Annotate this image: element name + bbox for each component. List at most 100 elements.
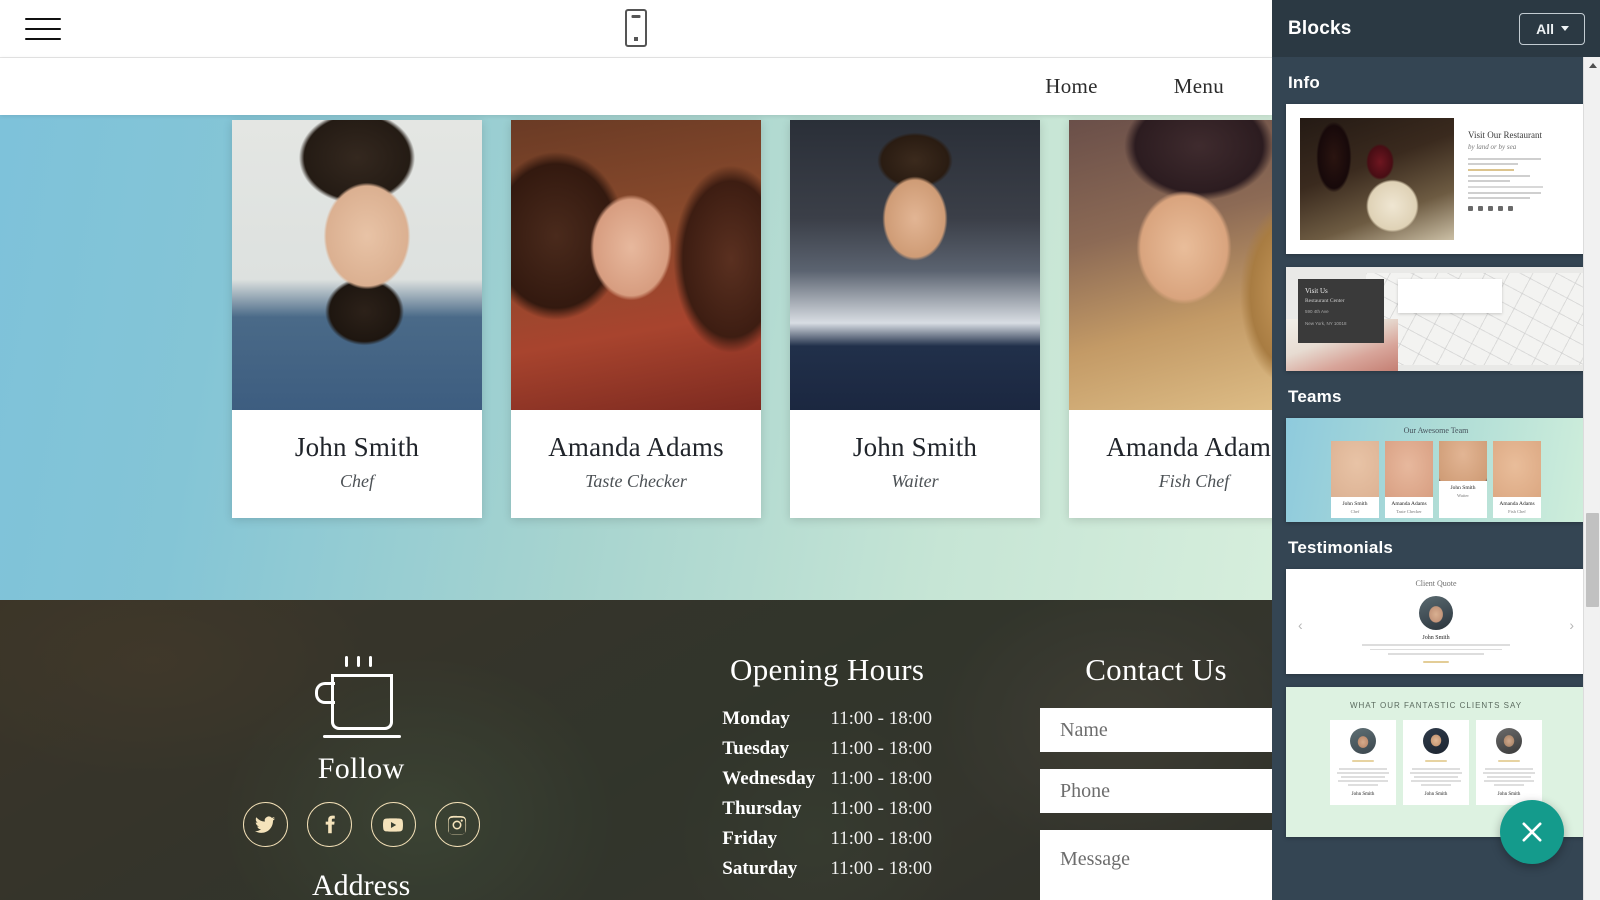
chevron-left-icon[interactable]: ‹: [1298, 617, 1303, 633]
hours-time: 11:00 - 18:00: [830, 798, 932, 819]
team-preview-name: John Smith: [1342, 501, 1368, 507]
map-caption-card: Visit Us Restaurant Center 590 4th Ave N…: [1298, 279, 1384, 343]
nav-link-home[interactable]: Home: [1045, 74, 1098, 99]
footer-follow-column: Follow Address: [0, 652, 722, 900]
client-name: John Smith: [1351, 791, 1375, 797]
hours-day: Monday: [722, 708, 790, 729]
quote-preview-caption: Client Quote: [1415, 579, 1457, 588]
team-preview-role: Taste Checker: [1396, 509, 1422, 514]
block-thumb-map[interactable]: Visit Us Restaurant Center 590 4th Ave N…: [1286, 267, 1586, 371]
hours-day: Thursday: [722, 798, 802, 819]
client-preview-card: John Smith: [1403, 720, 1469, 805]
block-thumb-team-grid[interactable]: Our Awesome Team John Smith Chef Amanda …: [1286, 418, 1586, 522]
message-field[interactable]: Message: [1040, 830, 1272, 900]
block-preview-heading: Visit Our Restaurant: [1468, 130, 1542, 140]
team-member-card[interactable]: John Smith Chef: [232, 120, 482, 518]
member-photo: [232, 120, 482, 410]
team-member-card[interactable]: Amanda Adams Taste Checker: [511, 120, 761, 518]
instagram-icon[interactable]: [434, 802, 480, 847]
address-heading: Address: [311, 869, 411, 900]
hours-time: 11:00 - 18:00: [830, 768, 932, 789]
member-photo: [790, 120, 1040, 410]
team-preview-caption: Our Awesome Team: [1403, 426, 1469, 435]
team-preview-role: Waiter: [1457, 493, 1469, 498]
hours-time: 11:00 - 18:00: [830, 738, 932, 759]
close-icon: [1522, 822, 1542, 842]
block-preview-image: [1300, 118, 1454, 240]
mobile-device-icon[interactable]: [625, 9, 647, 47]
team-preview-name: Amanda Adams: [1391, 501, 1427, 507]
panel-scrollbar[interactable]: [1583, 57, 1600, 900]
blocks-filter-dropdown[interactable]: All: [1519, 12, 1585, 45]
close-panel-button[interactable]: [1500, 800, 1564, 864]
client-name: John Smith: [1424, 791, 1448, 797]
editor-toolbar: [0, 0, 1272, 58]
nav-link-menu[interactable]: Menu: [1174, 74, 1224, 99]
blocks-list[interactable]: Info Visit Our Restaurant by land or by …: [1272, 57, 1600, 900]
block-thumb-client-quote[interactable]: Client Quote ‹ › John Smith: [1286, 569, 1586, 674]
follow-heading: Follow: [317, 752, 405, 785]
hours-row: Friday 11:00 - 18:00: [722, 828, 932, 850]
member-role: Fish Chef: [1158, 471, 1230, 491]
member-role: Waiter: [891, 471, 939, 491]
youtube-icon[interactable]: [370, 802, 416, 847]
blocks-panel-header: Blocks All: [1272, 0, 1600, 57]
hours-row: Monday 11:00 - 18:00: [722, 708, 932, 730]
map-address-1: 590 4th Ave: [1305, 309, 1329, 314]
team-preview-card: John Smith Waiter: [1439, 441, 1487, 518]
member-name: John Smith: [294, 432, 420, 462]
client-preview-card: John Smith: [1476, 720, 1542, 805]
team-card-row: John Smith Chef Amanda Adams Taste Check…: [232, 120, 1272, 518]
phone-field[interactable]: Phone: [1040, 769, 1272, 813]
map-heading: Visit Us: [1305, 287, 1328, 295]
scrollbar-thumb[interactable]: [1586, 513, 1599, 607]
facebook-icon[interactable]: [306, 802, 352, 847]
member-photo: [511, 120, 761, 410]
map-subheading: Restaurant Center: [1305, 298, 1345, 304]
hours-day: Saturday: [722, 858, 798, 879]
blocks-panel: Blocks All Info Visit Our Restaurant by …: [1272, 0, 1600, 900]
member-role: Taste Checker: [585, 471, 687, 491]
panel-title: Blocks: [1288, 17, 1352, 39]
map-info-card: [1398, 279, 1502, 313]
footer-hours-column: Opening Hours Monday 11:00 - 18:00 Tuesd…: [722, 652, 932, 900]
hours-day: Tuesday: [722, 738, 790, 759]
map-address-2: New York, NY 10018: [1305, 320, 1347, 326]
team-preview-name: Amanda Adams: [1499, 501, 1535, 507]
hours-time: 11:00 - 18:00: [830, 828, 932, 849]
member-name: John Smith: [852, 432, 978, 462]
team-member-card[interactable]: John Smith Waiter: [790, 120, 1040, 518]
chevron-right-icon[interactable]: ›: [1569, 617, 1574, 633]
block-thumb-info-restaurant[interactable]: Visit Our Restaurant by land or by sea: [1286, 104, 1586, 254]
team-section: John Smith Chef Amanda Adams Taste Check…: [0, 115, 1272, 600]
scroll-up-arrow-icon[interactable]: [1584, 57, 1600, 74]
team-preview-role: Fish Chef: [1508, 509, 1526, 514]
member-name: Amanda Adams: [548, 432, 724, 462]
group-title-info: Info: [1288, 73, 1320, 92]
quote-avatar: [1419, 596, 1453, 630]
team-preview-card: John Smith Chef: [1331, 441, 1379, 518]
twitter-icon[interactable]: [242, 802, 288, 847]
hours-time: 11:00 - 18:00: [830, 858, 932, 879]
editor-window: Home Menu John Smith Chef Amanda Adams T…: [0, 0, 1600, 900]
team-preview-role: Chef: [1350, 509, 1360, 514]
social-links: [242, 802, 480, 847]
client-name: John Smith: [1497, 791, 1521, 797]
hours-row: Saturday 11:00 - 18:00: [722, 858, 932, 880]
team-preview-name: John Smith: [1450, 485, 1476, 491]
clients-say-caption: WHAT OUR FANTASTIC CLIENTS SAY: [1349, 701, 1523, 710]
quote-author: John Smith: [1422, 635, 1450, 641]
hamburger-icon[interactable]: [25, 14, 61, 44]
team-member-card[interactable]: Amanda Adams Fish Chef: [1069, 120, 1272, 518]
contact-heading: Contact Us: [1085, 652, 1227, 687]
footer-contact-column: Contact Us Name Phone Message: [1040, 652, 1272, 900]
member-name: Amanda Adams: [1106, 432, 1272, 462]
name-field[interactable]: Name: [1040, 708, 1272, 752]
site-canvas: Home Menu John Smith Chef Amanda Adams T…: [0, 0, 1272, 900]
group-title-testimonials: Testimonials: [1288, 538, 1394, 557]
filter-label: All: [1536, 20, 1554, 37]
hours-time: 11:00 - 18:00: [830, 708, 932, 729]
client-preview-card: John Smith: [1330, 720, 1396, 805]
team-preview-card: Amanda Adams Fish Chef: [1493, 441, 1541, 518]
member-photo: [1069, 120, 1272, 410]
